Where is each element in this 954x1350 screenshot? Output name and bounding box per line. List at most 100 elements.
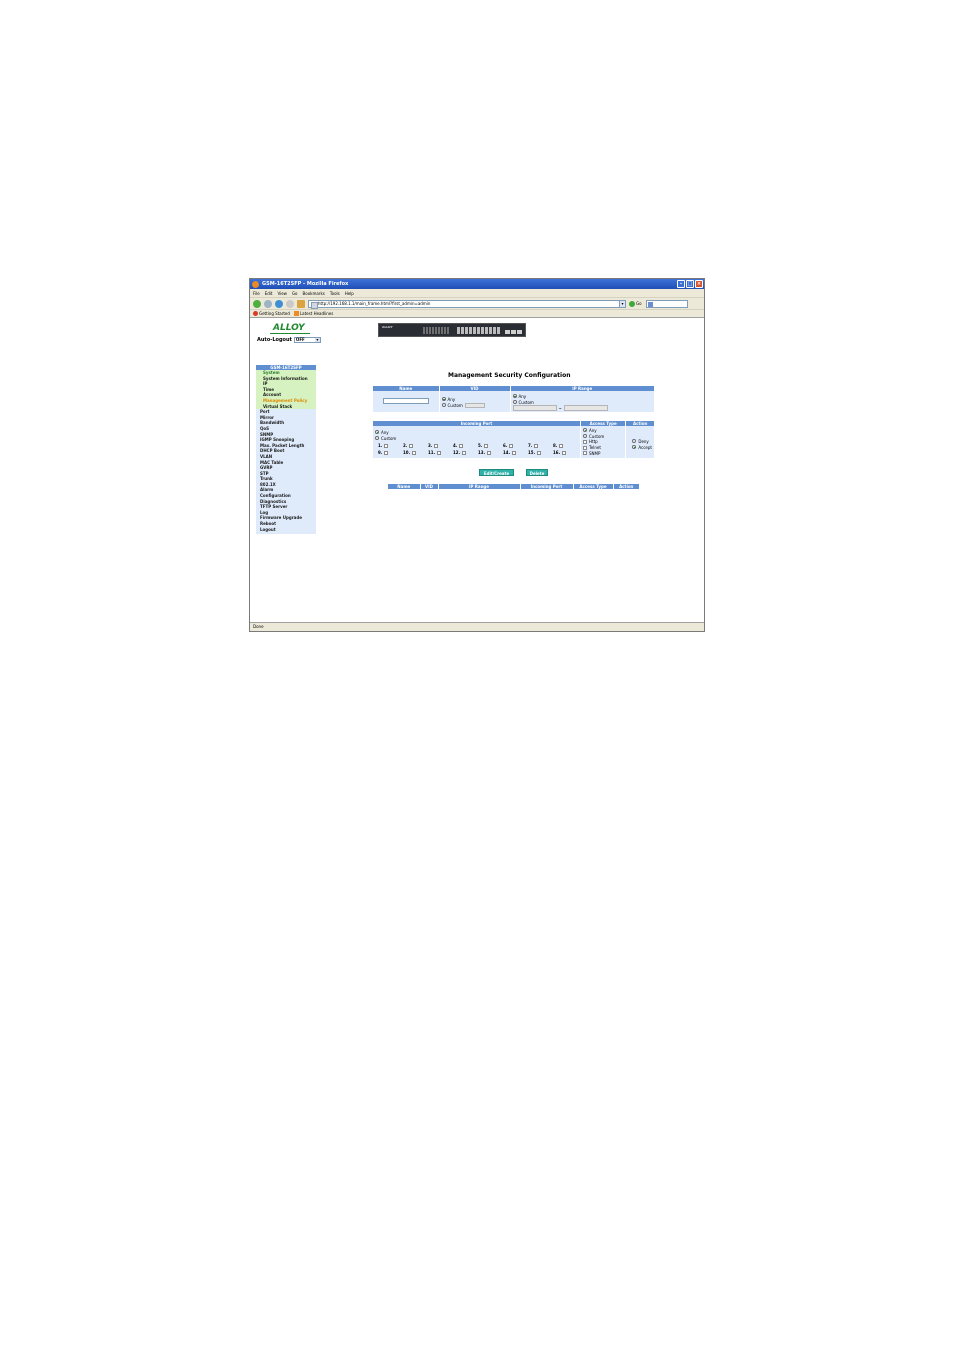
search-input[interactable] bbox=[645, 299, 688, 308]
reload-icon[interactable] bbox=[275, 299, 283, 308]
port-14-checkbox[interactable]: 14. bbox=[503, 450, 528, 455]
port-9-checkbox[interactable]: 9. bbox=[378, 450, 403, 455]
page-content: ALLOY Auto-Logout OFF ALLOY GSM-16T2SFP … bbox=[250, 320, 704, 623]
port-1-checkbox[interactable]: 1. bbox=[378, 443, 403, 448]
action-accept-radio[interactable]: Accept bbox=[632, 444, 652, 450]
port-custom-radio[interactable]: Custom bbox=[375, 435, 578, 441]
edit-create-button[interactable]: Edit/Create bbox=[479, 469, 514, 476]
port-checkbox-grid: 1. 2. 3. 4. 5. 6. 7. 8. 9. 10. 11. 12. 1… bbox=[375, 443, 578, 455]
port-2-checkbox[interactable]: 2. bbox=[403, 443, 428, 448]
ip-custom-label: Custom bbox=[518, 399, 534, 405]
port-4-checkbox[interactable]: 4. bbox=[453, 443, 478, 448]
auto-logout-select[interactable]: OFF bbox=[293, 337, 321, 343]
menu-view[interactable]: View bbox=[277, 291, 287, 296]
list-header-access-type: Access Type bbox=[573, 484, 614, 489]
bookmark-getting-started[interactable]: Getting Started bbox=[259, 311, 290, 316]
port-16-checkbox[interactable]: 16. bbox=[553, 450, 578, 455]
port-label: 3. bbox=[428, 443, 433, 448]
ip-start-input[interactable] bbox=[512, 405, 557, 411]
action-accept-label: Accept bbox=[638, 444, 652, 450]
delete-button[interactable]: Delete bbox=[526, 469, 548, 476]
menu-edit[interactable]: Edit bbox=[265, 291, 273, 296]
bookmark-latest-headlines[interactable]: Latest Headlines bbox=[300, 311, 333, 316]
ethernet-ports bbox=[457, 327, 501, 334]
firefox-icon bbox=[252, 280, 259, 288]
list-header-name: Name bbox=[388, 484, 421, 489]
port-8-checkbox[interactable]: 8. bbox=[553, 443, 578, 448]
close-icon[interactable]: × bbox=[695, 280, 703, 288]
port-11-checkbox[interactable]: 11. bbox=[428, 450, 453, 455]
home-icon[interactable] bbox=[297, 299, 305, 308]
getting-started-icon bbox=[253, 311, 258, 316]
status-bar: Done bbox=[250, 622, 704, 631]
port-label: 9. bbox=[378, 450, 383, 455]
bookmarks-bar: Getting Started Latest Headlines bbox=[250, 309, 704, 318]
port-label: 12. bbox=[453, 450, 461, 455]
go-button[interactable]: Go bbox=[629, 300, 642, 307]
port-label: 13. bbox=[478, 450, 486, 455]
menu-go[interactable]: Go bbox=[292, 291, 298, 296]
menu-bookmarks[interactable]: Bookmarks bbox=[303, 291, 325, 296]
name-input[interactable] bbox=[383, 398, 429, 404]
list-header-ip-range: IP Range bbox=[438, 484, 521, 489]
list-header-action: Action bbox=[613, 484, 640, 489]
title-bar: GSM-16T2SFP - Mozilla Firefox – □ × bbox=[250, 279, 704, 289]
access-custom-label: Custom bbox=[589, 433, 605, 439]
sidebar-menu: GSM-16T2SFP System System Information IP… bbox=[256, 365, 316, 534]
port-label: 8. bbox=[553, 443, 558, 448]
access-any-label: Any bbox=[589, 427, 597, 433]
banner-brand: ALLOY bbox=[382, 325, 393, 329]
menu-help[interactable]: Help bbox=[345, 291, 354, 296]
switch-image: ALLOY bbox=[378, 323, 526, 337]
url-dropdown-icon[interactable]: ▾ bbox=[619, 300, 625, 307]
rss-icon bbox=[293, 311, 299, 316]
auto-logout: Auto-Logout OFF bbox=[257, 337, 321, 343]
menu-tools[interactable]: Tools bbox=[330, 291, 340, 296]
port-label: 2. bbox=[403, 443, 408, 448]
port-label: 14. bbox=[503, 450, 511, 455]
port-13-checkbox[interactable]: 13. bbox=[478, 450, 503, 455]
port-10-checkbox[interactable]: 10. bbox=[403, 450, 428, 455]
vid-any-label: Any bbox=[447, 396, 456, 402]
maximize-icon[interactable]: □ bbox=[686, 280, 694, 288]
list-header-incoming-port: Incoming Port bbox=[520, 484, 574, 489]
port-5-checkbox[interactable]: 5. bbox=[478, 443, 503, 448]
port-3-checkbox[interactable]: 3. bbox=[428, 443, 453, 448]
vid-input[interactable] bbox=[464, 402, 485, 408]
port-6-checkbox[interactable]: 6. bbox=[503, 443, 528, 448]
stop-icon[interactable] bbox=[286, 299, 294, 308]
access-snmp-label: SNMP bbox=[589, 450, 601, 456]
ip-range-separator: ~ bbox=[558, 405, 562, 411]
name-vid-ip-table: Name VID IP Range Any Custom Any Custom bbox=[373, 386, 655, 412]
browser-window: GSM-16T2SFP - Mozilla Firefox – □ × File… bbox=[249, 278, 705, 632]
sidebar-item-management-policy[interactable]: Management Policy bbox=[256, 398, 316, 404]
vid-custom-radio[interactable]: Custom bbox=[441, 402, 508, 408]
forward-icon[interactable] bbox=[264, 299, 272, 308]
port-15-checkbox[interactable]: 15. bbox=[528, 450, 553, 455]
nav-toolbar: http://192.168.1.1/main_frame.html?first… bbox=[250, 297, 704, 309]
port-label: 10. bbox=[403, 450, 411, 455]
port-leds bbox=[423, 327, 449, 334]
url-text: http://192.168.1.1/main_frame.html?first… bbox=[318, 300, 431, 306]
go-icon bbox=[629, 300, 635, 307]
port-7-checkbox[interactable]: 7. bbox=[528, 443, 553, 448]
logo-underline bbox=[270, 333, 310, 334]
ip-end-input[interactable] bbox=[563, 405, 608, 411]
port-12-checkbox[interactable]: 12. bbox=[453, 450, 478, 455]
access-snmp-checkbox[interactable]: SNMP bbox=[583, 451, 623, 457]
menu-file[interactable]: File bbox=[253, 291, 260, 296]
list-header-vid: VID bbox=[420, 484, 439, 489]
window-title: GSM-16T2SFP - Mozilla Firefox bbox=[262, 281, 349, 287]
back-icon[interactable] bbox=[253, 299, 261, 308]
port-label: 4. bbox=[453, 443, 458, 448]
sidebar-item-logout[interactable]: Logout bbox=[256, 527, 316, 533]
sfp-ports bbox=[505, 330, 523, 334]
auto-logout-label: Auto-Logout bbox=[257, 337, 292, 343]
port-label: 6. bbox=[503, 443, 508, 448]
port-any-label: Any bbox=[381, 429, 389, 435]
url-input[interactable]: http://192.168.1.1/main_frame.html?first… bbox=[308, 299, 626, 309]
go-label: Go bbox=[636, 301, 642, 306]
page-title: Management Security Configuration bbox=[448, 372, 571, 379]
minimize-icon[interactable]: – bbox=[677, 280, 685, 288]
policy-list-table: Name VID IP Range Incoming Port Access T… bbox=[388, 484, 640, 489]
